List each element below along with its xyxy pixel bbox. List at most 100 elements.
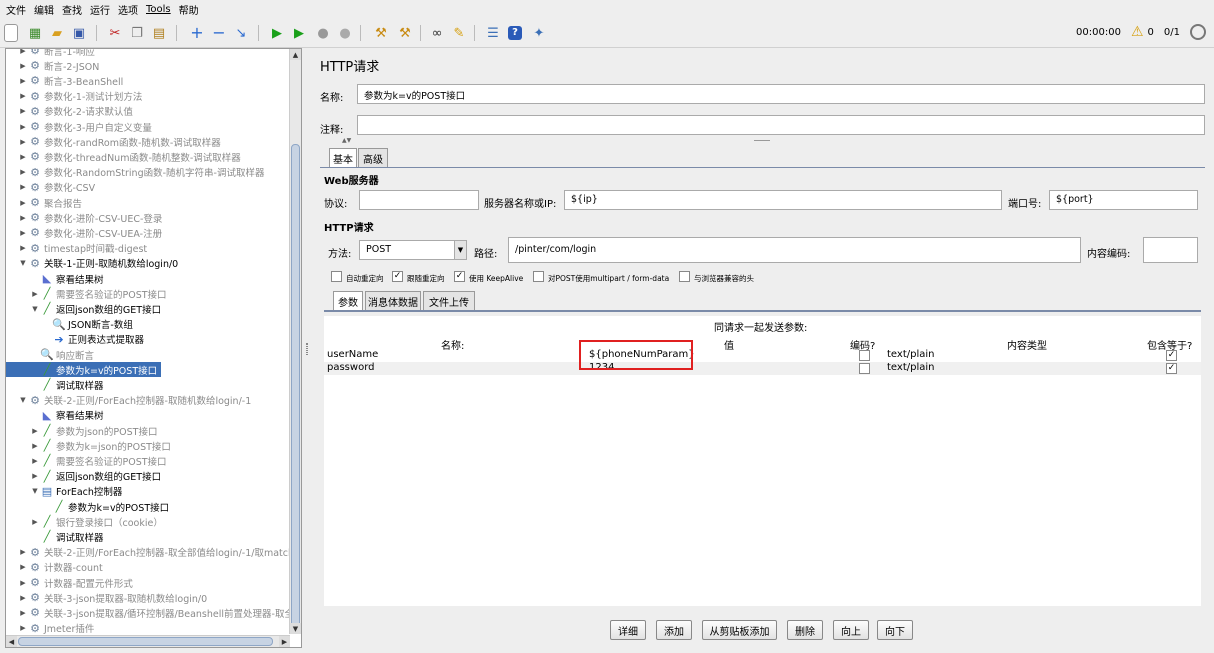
collapse-toggle-icon[interactable]: ▼ <box>18 259 28 267</box>
tab-basic[interactable]: 基本 <box>329 148 357 167</box>
menu-file[interactable]: 文件 <box>5 2 27 17</box>
search-icon[interactable]: ∞ <box>428 24 446 42</box>
expand-toggle-icon[interactable]: ▶ <box>18 107 28 115</box>
param-name[interactable]: password <box>327 362 374 373</box>
tree-node[interactable]: ▶ ⚙ 关联-3-json提取器-取随机数给login/0 <box>6 590 296 605</box>
expand-toggle-icon[interactable]: ▶ <box>30 427 40 435</box>
tree-node[interactable]: ▶ ╱ 参数为k=json的POST接口 <box>6 438 296 453</box>
help-icon[interactable]: ? <box>508 26 522 40</box>
expand-toggle-icon[interactable]: ▶ <box>18 624 28 632</box>
expand-toggle-icon[interactable]: ▶ <box>18 62 28 70</box>
tree-node[interactable]: ▶ ⚙ 断言-1-响应 <box>6 49 296 58</box>
tree-node[interactable]: ▶ ⚙ 参数化-RandomString函数-随机字符串-调试取样器 <box>6 165 296 180</box>
tree-vertical-thumb[interactable] <box>291 144 300 629</box>
scroll-down-icon[interactable]: ▼ <box>290 623 301 634</box>
tree-node[interactable]: ▶ ⚙ 断言-3-BeanShell <box>6 73 296 88</box>
option-checkbox[interactable] <box>679 271 690 282</box>
expand-toggle-icon[interactable]: ▶ <box>30 472 40 480</box>
stop-icon[interactable]: ● <box>314 24 332 42</box>
collapse-all-icon[interactable]: − <box>210 24 228 42</box>
table-row[interactable]: userName ${phoneNumParam} text/plain ✓ <box>324 349 1201 362</box>
tree-node[interactable]: ◣ 察看结果树 <box>6 271 296 286</box>
save-icon[interactable]: ▣ <box>70 24 88 42</box>
start-no-pause-icon[interactable]: ▶ <box>290 24 308 42</box>
expand-toggle-icon[interactable]: ▶ <box>18 579 28 587</box>
templates-icon[interactable]: ▦ <box>26 24 44 42</box>
expand-toggle-icon[interactable]: ▶ <box>30 518 40 526</box>
clear-icon[interactable]: ⚒ <box>372 24 390 42</box>
detail-button[interactable]: 详细 <box>610 620 646 640</box>
collapse-toggle-icon[interactable]: ▼ <box>30 487 40 495</box>
tree-node[interactable]: ◣ 察看结果树 <box>6 408 296 423</box>
tree-node[interactable]: ▶ ⚙ 关联-2-正则/ForEach控制器-取全部值给login/-1/取matc… <box>6 545 296 560</box>
toggle-icon[interactable]: ↘ <box>232 24 250 42</box>
cut-icon[interactable]: ✂ <box>106 24 124 42</box>
tree-node[interactable]: ▶ ⚙ Jmeter插件 <box>6 621 296 636</box>
reset-search-icon[interactable]: ✎ <box>450 24 468 42</box>
collapse-handle[interactable]: ▲▼ <box>342 137 351 144</box>
expand-toggle-icon[interactable]: ▶ <box>18 199 28 207</box>
add-from-clipboard-button[interactable]: 从剪贴板添加 <box>702 620 777 640</box>
shutdown-icon[interactable]: ● <box>336 24 354 42</box>
tree-node[interactable]: ▶ ⚙ 计数器-配置元件形式 <box>6 575 296 590</box>
tree-node[interactable]: ▶ ⚙ 参数化-进阶-CSV-UEA-注册 <box>6 225 296 240</box>
copy-icon[interactable]: ❐ <box>128 24 146 42</box>
tree-node[interactable]: ▶ ╱ 参数为json的POST接口 <box>6 423 296 438</box>
expand-toggle-icon[interactable]: ▶ <box>18 153 28 161</box>
expand-toggle-icon[interactable]: ▶ <box>18 138 28 146</box>
function-helper-icon[interactable]: ☰ <box>484 24 502 42</box>
encoding-field[interactable] <box>1143 237 1198 263</box>
collapse-toggle-icon[interactable]: ▼ <box>18 396 28 404</box>
tree-node[interactable]: ▶ ⚙ 断言-2-JSON <box>6 58 296 73</box>
tree-horizontal-thumb[interactable] <box>18 637 273 646</box>
open-folder-icon[interactable]: ▰ <box>48 24 66 42</box>
delete-button[interactable]: 删除 <box>787 620 823 640</box>
tree-node[interactable]: ▶ ⚙ 参数化-1-测试计划方法 <box>6 89 296 104</box>
remote-icon[interactable]: ✦ <box>530 24 548 42</box>
tab-parameters[interactable]: 参数 <box>333 291 363 310</box>
path-field[interactable]: /pinter/com/login <box>508 237 1081 263</box>
expand-toggle-icon[interactable]: ▶ <box>18 609 28 617</box>
menu-find[interactable]: 查找 <box>61 2 83 17</box>
menu-tools[interactable]: Tools <box>145 4 172 15</box>
new-file-icon[interactable] <box>4 24 18 42</box>
tree-node[interactable]: ╱ 调试取样器 <box>6 377 296 392</box>
tree-node[interactable]: ▶ ╱ 需要签名验证的POST接口 <box>6 453 296 468</box>
tree-horizontal-scrollbar[interactable]: ◀ ▶ <box>6 635 290 647</box>
tree-node[interactable]: ▶ ⚙ 参数化-CSV <box>6 180 296 195</box>
expand-toggle-icon[interactable]: ▶ <box>18 594 28 602</box>
tree-node[interactable]: ▶ ⚙ 参数化-进阶-CSV-UEC-登录 <box>6 210 296 225</box>
warning-icon[interactable]: ⚠ <box>1131 24 1144 40</box>
tree-node[interactable]: ▶ ⚙ 参数化-randRom函数-随机数-调试取样器 <box>6 134 296 149</box>
encode-checkbox[interactable] <box>859 363 870 374</box>
scroll-up-icon[interactable]: ▲ <box>290 49 301 60</box>
expand-toggle-icon[interactable]: ▶ <box>30 290 40 298</box>
expand-toggle-icon[interactable]: ▶ <box>18 229 28 237</box>
name-field[interactable]: 参数为k=v的POST接口 <box>357 84 1205 104</box>
scroll-right-icon[interactable]: ▶ <box>279 636 290 647</box>
tree-node[interactable]: ▶ ⚙ 参数化-threadNum函数-随机整数-调试取样器 <box>6 149 296 164</box>
server-field[interactable]: ${ip} <box>564 190 1002 210</box>
method-select[interactable]: POST <box>359 240 467 260</box>
port-field[interactable]: ${port} <box>1049 190 1198 210</box>
comment-field[interactable] <box>357 115 1205 135</box>
expand-toggle-icon[interactable]: ▶ <box>18 244 28 252</box>
expand-toggle-icon[interactable]: ▶ <box>18 77 28 85</box>
option-checkbox[interactable] <box>533 271 544 282</box>
tree-node[interactable]: ▼ ╱ 返回json数组的GET接口 <box>6 301 296 316</box>
menu-run[interactable]: 运行 <box>89 2 111 17</box>
tree-node[interactable]: ▶ ╱ 需要签名验证的POST接口 <box>6 286 296 301</box>
tree-node[interactable]: ▼ ▤ ForEach控制器 <box>6 484 296 499</box>
tree-node[interactable]: ▶ ⚙ 聚合报告 <box>6 195 296 210</box>
menu-help[interactable]: 帮助 <box>178 2 200 17</box>
menu-edit[interactable]: 编辑 <box>33 2 55 17</box>
scroll-left-icon[interactable]: ◀ <box>6 636 17 647</box>
tree-node[interactable]: ▶ ⚙ timestap时间戳-digest <box>6 241 296 256</box>
remote-status-icon[interactable] <box>1190 24 1206 40</box>
tab-file-upload[interactable]: 文件上传 <box>423 291 475 310</box>
expand-toggle-icon[interactable]: ▶ <box>30 442 40 450</box>
tree-node[interactable]: ▶ ⚙ 关联-3-json提取器/循环控制器/Beanshell前置处理器-取全 <box>6 605 296 620</box>
method-dropdown-icon[interactable]: ▼ <box>454 241 466 259</box>
tree-node[interactable]: ▶ ⚙ 参数化-3-用户自定义变量 <box>6 119 296 134</box>
split-pane-divider[interactable] <box>303 48 312 653</box>
